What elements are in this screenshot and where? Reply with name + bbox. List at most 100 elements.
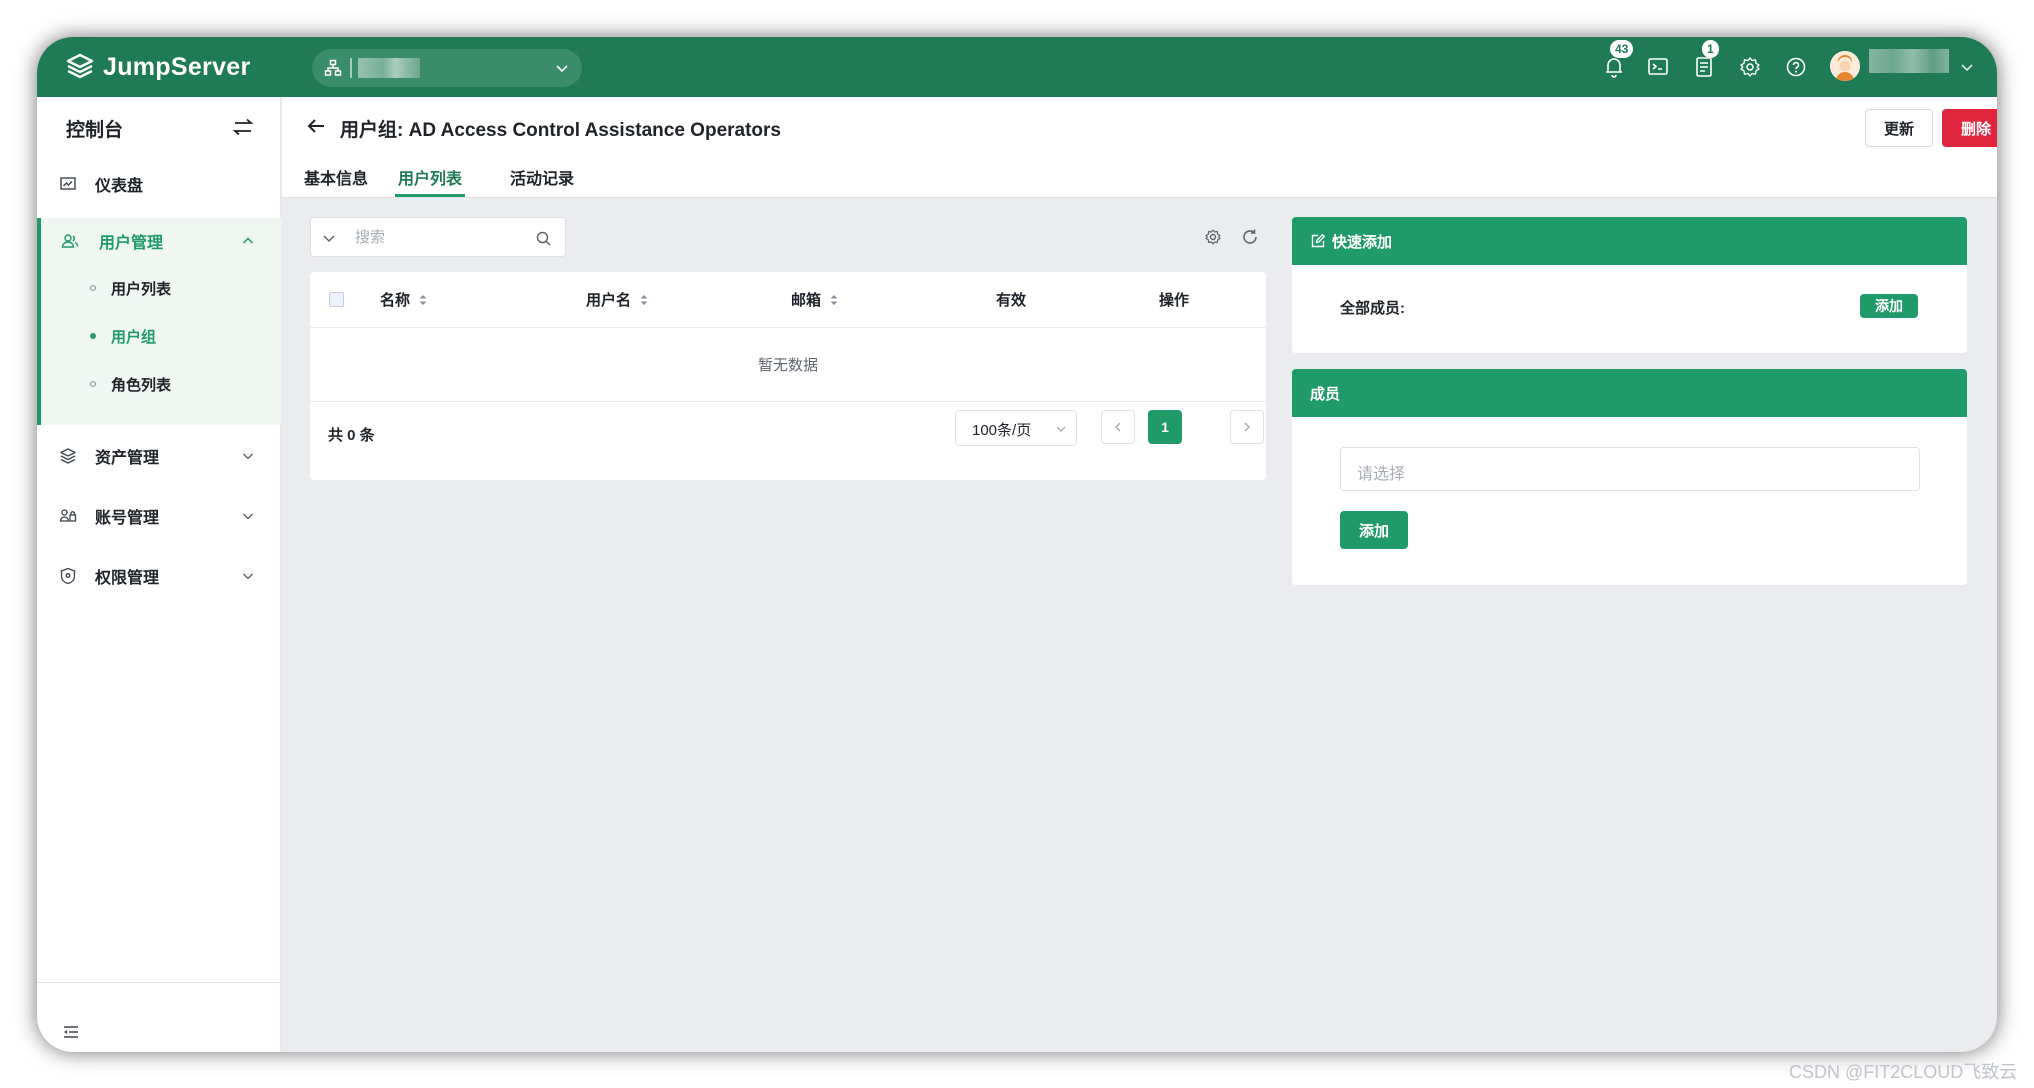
search-bar xyxy=(310,217,566,257)
all-members-label: 全部成员: xyxy=(1340,300,1405,317)
sidebar-subitem-label: 用户组 xyxy=(111,328,157,346)
column-label: 有效 xyxy=(996,292,1027,309)
page-size-select[interactable]: 100条/页 xyxy=(955,410,1077,446)
quick-add-header: 快速添加 xyxy=(1292,217,1967,265)
chevron-down-icon xyxy=(1056,426,1066,432)
column-header-email[interactable]: 邮箱 xyxy=(791,289,839,310)
members-title: 成员 xyxy=(1310,385,1341,403)
sidebar-item-label: 权限管理 xyxy=(95,570,160,587)
user-avatar[interactable] xyxy=(1830,51,1860,81)
assets-icon xyxy=(60,448,76,464)
sidebar-title: 控制台 xyxy=(66,120,124,141)
sidebar-subitem-label: 用户列表 xyxy=(111,280,172,298)
sidebar-item-label: 用户管理 xyxy=(99,235,164,252)
organization-name-redacted xyxy=(358,58,420,78)
sidebar-subitem-user-list[interactable]: 用户列表 xyxy=(37,270,281,306)
table-settings-icon[interactable] xyxy=(1203,227,1223,247)
add-all-members-button[interactable]: 添加 xyxy=(1860,294,1918,318)
column-header-username[interactable]: 用户名 xyxy=(586,289,649,310)
page-number-current[interactable]: 1 xyxy=(1148,410,1182,444)
app-window: JumpServer 43 1 控制台 仪表盘 用户管理 用户列表 用户组 角色… xyxy=(37,37,1997,1052)
total-count: 共 0 条 xyxy=(328,427,375,444)
sort-icon xyxy=(830,294,838,305)
jumpserver-logo-icon xyxy=(66,53,94,79)
chevron-down-icon[interactable] xyxy=(1959,59,1975,75)
next-page-button[interactable] xyxy=(1230,410,1264,444)
quick-add-title: 快速添加 xyxy=(1332,233,1393,251)
chevron-down-icon xyxy=(556,65,568,73)
chevron-down-icon xyxy=(242,573,254,580)
accounts-icon xyxy=(59,509,77,522)
notifications-badge: 43 xyxy=(1610,40,1634,58)
terminal-icon xyxy=(1648,58,1668,75)
sidebar-item-label: 资产管理 xyxy=(95,450,160,467)
organization-select[interactable] xyxy=(312,49,582,87)
members-card: 成员 请选择 添加 xyxy=(1292,369,1967,585)
refresh-icon[interactable] xyxy=(1240,227,1260,247)
sidebar-item-user-management[interactable]: 用户管理 xyxy=(37,221,281,261)
column-label: 操作 xyxy=(1159,292,1190,309)
select-all-checkbox[interactable] xyxy=(329,292,344,307)
page-header: 用户组: AD Access Control Assistance Operat… xyxy=(282,97,1997,198)
tab-basic-info[interactable]: 基本信息 xyxy=(304,165,368,189)
column-header-active: 有效 xyxy=(996,289,1026,310)
user-table: 名称 用户名 邮箱 有效 操作 暂无数据 共 0 条 100条/页 1 xyxy=(310,272,1266,480)
active-tab-indicator xyxy=(395,194,465,197)
search-input[interactable] xyxy=(355,224,525,250)
sort-icon xyxy=(640,294,648,305)
column-label: 用户名 xyxy=(586,292,632,309)
help-button[interactable] xyxy=(1783,54,1809,80)
bullet-icon xyxy=(90,381,96,387)
search-icon[interactable] xyxy=(535,230,552,247)
chevron-down-icon xyxy=(242,453,254,460)
quick-add-card: 快速添加 全部成员: 添加 xyxy=(1292,217,1967,353)
tickets-icon xyxy=(1696,57,1712,77)
chevron-up-icon xyxy=(242,237,254,244)
chevron-right-icon xyxy=(1244,422,1251,432)
page-title: 用户组: AD Access Control Assistance Operat… xyxy=(340,120,781,141)
member-select-placeholder: 请选择 xyxy=(1357,466,1406,483)
collapse-sidebar-icon[interactable] xyxy=(61,1022,81,1042)
column-label: 名称 xyxy=(380,292,411,309)
update-button[interactable]: 更新 xyxy=(1865,109,1933,147)
sidebar-subitem-user-groups[interactable]: 用户组 xyxy=(37,318,281,354)
sidebar-subitem-label: 角色列表 xyxy=(111,376,172,394)
divider xyxy=(350,58,352,78)
sidebar-item-account-management[interactable]: 账号管理 xyxy=(37,496,281,536)
logo[interactable]: JumpServer xyxy=(65,49,251,85)
sidebar-item-dashboard[interactable]: 仪表盘 xyxy=(37,164,281,204)
sidebar-item-label: 账号管理 xyxy=(95,510,160,527)
users-icon xyxy=(61,234,79,248)
help-icon xyxy=(1786,57,1806,77)
sidebar-subitem-role-list[interactable]: 角色列表 xyxy=(37,366,281,402)
chevron-down-icon[interactable] xyxy=(321,230,337,246)
back-arrow-icon[interactable] xyxy=(304,114,328,138)
empty-state: 暂无数据 xyxy=(310,328,1266,402)
dashboard-icon xyxy=(60,177,76,190)
add-member-button[interactable]: 添加 xyxy=(1340,511,1408,549)
sidebar-item-asset-management[interactable]: 资产管理 xyxy=(37,436,281,476)
prev-page-button[interactable] xyxy=(1101,410,1135,444)
sort-icon xyxy=(419,294,427,305)
divider xyxy=(37,982,281,983)
member-select-input[interactable]: 请选择 xyxy=(1340,447,1920,491)
avatar-person-icon xyxy=(1830,51,1860,81)
delete-button[interactable]: 删除 xyxy=(1942,109,1997,147)
view-switch-icon[interactable] xyxy=(232,116,254,138)
settings-button[interactable] xyxy=(1737,54,1763,80)
top-navbar: JumpServer 43 1 xyxy=(37,37,1997,97)
column-header-actions: 操作 xyxy=(1159,289,1189,310)
sidebar-item-permission-management[interactable]: 权限管理 xyxy=(37,556,281,596)
web-terminal-button[interactable] xyxy=(1645,54,1671,80)
column-header-name[interactable]: 名称 xyxy=(380,289,428,310)
table-header: 名称 用户名 邮箱 有效 操作 xyxy=(310,272,1266,328)
sidebar-item-label: 仪表盘 xyxy=(95,178,144,195)
shield-icon xyxy=(60,567,76,585)
tab-user-list[interactable]: 用户列表 xyxy=(398,165,462,189)
sidebar: 控制台 仪表盘 用户管理 用户列表 用户组 角色列表 资产管理 账号管理 权限管… xyxy=(37,97,281,1052)
tab-activity-log[interactable]: 活动记录 xyxy=(510,165,574,189)
tickets-button[interactable] xyxy=(1691,54,1717,80)
settings-icon xyxy=(1740,57,1760,77)
chevron-left-icon xyxy=(1114,422,1121,432)
watermark: CSDN @FIT2CLOUD飞致云 xyxy=(1789,1062,2018,1082)
